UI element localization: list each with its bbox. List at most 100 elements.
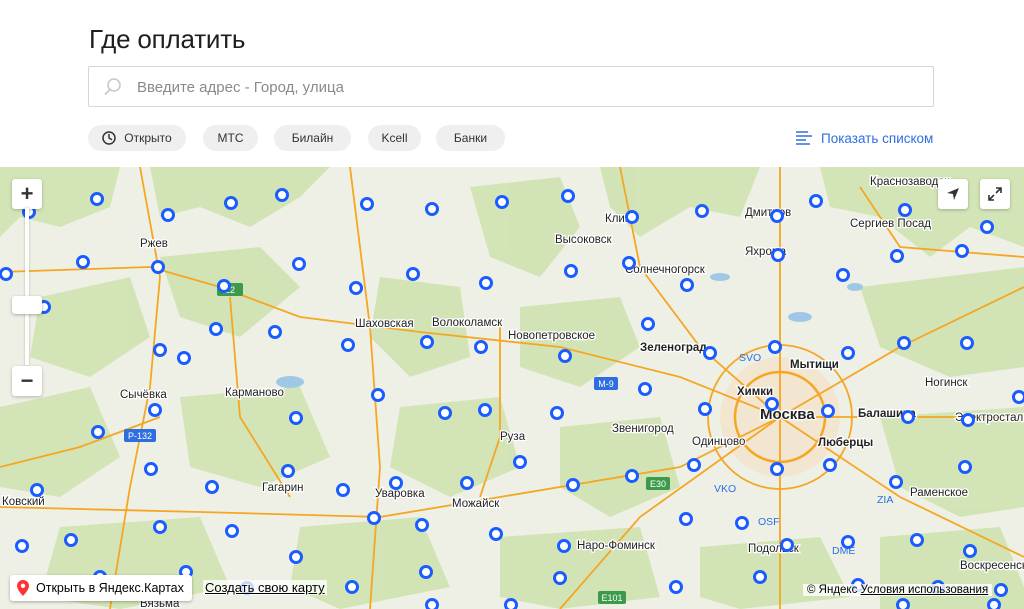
payment-point-marker[interactable] bbox=[479, 276, 493, 290]
payment-point-marker[interactable] bbox=[550, 406, 564, 420]
zoom-out-button[interactable]: − bbox=[12, 366, 42, 396]
payment-point-marker[interactable] bbox=[641, 317, 655, 331]
map-canvas[interactable]: 22 M-9 P-132 E30 E101 КраснозаводскДмитр… bbox=[0, 167, 1024, 609]
payment-point-marker[interactable] bbox=[268, 325, 282, 339]
payment-point-marker[interactable] bbox=[217, 279, 231, 293]
terms-link[interactable]: Условия использования bbox=[861, 584, 989, 596]
payment-point-marker[interactable] bbox=[836, 268, 850, 282]
payment-point-marker[interactable] bbox=[460, 476, 474, 490]
payment-point-marker[interactable] bbox=[561, 189, 575, 203]
show-list-button[interactable]: Показать списком bbox=[795, 128, 933, 148]
search-box[interactable] bbox=[88, 66, 934, 108]
payment-point-marker[interactable] bbox=[425, 202, 439, 216]
payment-point-marker[interactable] bbox=[360, 197, 374, 211]
payment-point-marker[interactable] bbox=[289, 411, 303, 425]
payment-point-marker[interactable] bbox=[625, 210, 639, 224]
payment-point-marker[interactable] bbox=[680, 278, 694, 292]
payment-point-marker[interactable] bbox=[225, 524, 239, 538]
payment-point-marker[interactable] bbox=[901, 410, 915, 424]
payment-point-marker[interactable] bbox=[1012, 390, 1024, 404]
payment-point-marker[interactable] bbox=[292, 257, 306, 271]
zoom-slider-handle[interactable] bbox=[12, 296, 42, 314]
zoom-in-button[interactable]: + bbox=[12, 179, 42, 209]
payment-point-marker[interactable] bbox=[958, 460, 972, 474]
payment-point-marker[interactable] bbox=[841, 346, 855, 360]
payment-point-marker[interactable] bbox=[898, 203, 912, 217]
payment-point-marker[interactable] bbox=[474, 340, 488, 354]
payment-point-marker[interactable] bbox=[960, 336, 974, 350]
payment-point-marker[interactable] bbox=[557, 539, 571, 553]
payment-point-marker[interactable] bbox=[489, 527, 503, 541]
payment-point-marker[interactable] bbox=[144, 462, 158, 476]
payment-point-marker[interactable] bbox=[768, 340, 782, 354]
payment-point-marker[interactable] bbox=[224, 196, 238, 210]
filter-kcell[interactable]: Kcell bbox=[368, 125, 421, 151]
payment-point-marker[interactable] bbox=[679, 512, 693, 526]
payment-point-marker[interactable] bbox=[735, 516, 749, 530]
payment-point-marker[interactable] bbox=[281, 464, 295, 478]
payment-point-marker[interactable] bbox=[687, 458, 701, 472]
payment-point-marker[interactable] bbox=[669, 580, 683, 594]
payment-point-marker[interactable] bbox=[553, 571, 567, 585]
zoom-slider-track[interactable] bbox=[25, 208, 29, 365]
payment-point-marker[interactable] bbox=[961, 413, 975, 427]
payment-point-marker[interactable] bbox=[153, 343, 167, 357]
payment-point-marker[interactable] bbox=[980, 220, 994, 234]
payment-point-marker[interactable] bbox=[910, 533, 924, 547]
payment-point-marker[interactable] bbox=[897, 336, 911, 350]
payment-point-marker[interactable] bbox=[695, 204, 709, 218]
payment-point-marker[interactable] bbox=[566, 478, 580, 492]
geolocation-button[interactable] bbox=[938, 179, 968, 209]
payment-point-marker[interactable] bbox=[76, 255, 90, 269]
filter-mts[interactable]: МТС bbox=[203, 125, 258, 151]
payment-point-marker[interactable] bbox=[955, 244, 969, 258]
payment-point-marker[interactable] bbox=[821, 404, 835, 418]
payment-point-marker[interactable] bbox=[780, 538, 794, 552]
payment-point-marker[interactable] bbox=[638, 382, 652, 396]
payment-point-marker[interactable] bbox=[558, 349, 572, 363]
payment-point-marker[interactable] bbox=[770, 209, 784, 223]
payment-point-marker[interactable] bbox=[890, 249, 904, 263]
payment-point-marker[interactable] bbox=[698, 402, 712, 416]
payment-point-marker[interactable] bbox=[504, 598, 518, 609]
payment-point-marker[interactable] bbox=[987, 598, 1001, 609]
create-map-link[interactable]: Создать свою карту bbox=[203, 580, 327, 595]
payment-point-marker[interactable] bbox=[341, 338, 355, 352]
payment-point-marker[interactable] bbox=[478, 403, 492, 417]
payment-point-marker[interactable] bbox=[205, 480, 219, 494]
payment-point-marker[interactable] bbox=[841, 535, 855, 549]
payment-point-marker[interactable] bbox=[438, 406, 452, 420]
payment-point-marker[interactable] bbox=[367, 511, 381, 525]
payment-point-marker[interactable] bbox=[151, 260, 165, 274]
payment-point-marker[interactable] bbox=[275, 188, 289, 202]
payment-point-marker[interactable] bbox=[823, 458, 837, 472]
payment-point-marker[interactable] bbox=[703, 346, 717, 360]
fullscreen-button[interactable] bbox=[980, 179, 1010, 209]
payment-point-marker[interactable] bbox=[625, 469, 639, 483]
payment-point-marker[interactable] bbox=[64, 533, 78, 547]
filter-beeline[interactable]: Билайн bbox=[274, 125, 351, 151]
payment-point-marker[interactable] bbox=[90, 192, 104, 206]
payment-point-marker[interactable] bbox=[994, 583, 1008, 597]
search-input[interactable] bbox=[135, 67, 919, 108]
payment-point-marker[interactable] bbox=[425, 598, 439, 609]
open-in-yandex-maps-button[interactable]: Открыть в Яндекс.Картах bbox=[10, 575, 192, 601]
payment-point-marker[interactable] bbox=[963, 544, 977, 558]
map[interactable]: 22 M-9 P-132 E30 E101 Краснозаводск Дмитр… bbox=[0, 167, 1024, 609]
payment-point-marker[interactable] bbox=[148, 403, 162, 417]
payment-point-marker[interactable] bbox=[495, 195, 509, 209]
payment-point-marker[interactable] bbox=[420, 335, 434, 349]
filter-open[interactable]: Открыто bbox=[88, 125, 186, 151]
payment-point-marker[interactable] bbox=[809, 194, 823, 208]
payment-point-marker[interactable] bbox=[765, 397, 779, 411]
payment-point-marker[interactable] bbox=[177, 351, 191, 365]
payment-point-marker[interactable] bbox=[161, 208, 175, 222]
payment-point-marker[interactable] bbox=[30, 483, 44, 497]
payment-point-marker[interactable] bbox=[564, 264, 578, 278]
payment-point-marker[interactable] bbox=[419, 565, 433, 579]
payment-point-marker[interactable] bbox=[771, 248, 785, 262]
payment-point-marker[interactable] bbox=[770, 462, 784, 476]
payment-point-marker[interactable] bbox=[896, 598, 910, 609]
payment-point-marker[interactable] bbox=[889, 475, 903, 489]
payment-point-marker[interactable] bbox=[345, 580, 359, 594]
